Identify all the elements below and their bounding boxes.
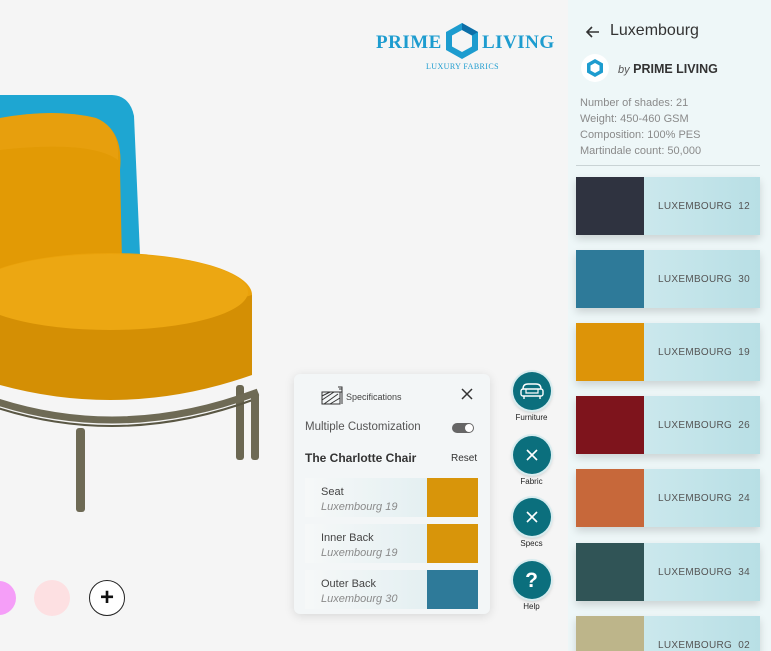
info-weight: Weight: 450-460 GSM: [580, 113, 689, 125]
fabric-swatch: [576, 616, 644, 651]
part-row-inner-back[interactable]: Inner Back Luxembourg 19: [305, 524, 478, 563]
brand-byline: by PRIME LIVING: [618, 62, 718, 76]
info-martindale: Martindale count: 50,000: [580, 145, 702, 157]
fabric-spec-icon: [321, 386, 343, 405]
fabric-label: Fabric: [520, 477, 543, 486]
fabric-card-26[interactable]: LUXEMBOURG 26: [576, 396, 760, 454]
part-fabric: Luxembourg 30: [321, 593, 398, 605]
add-swatch-button[interactable]: +: [89, 580, 125, 616]
reset-button[interactable]: Reset: [451, 453, 477, 464]
specs-label: Specs: [520, 539, 543, 548]
info-composition: Composition: 100% PES: [580, 129, 701, 141]
back-arrow-icon[interactable]: [585, 24, 601, 40]
fabric-swatch: [576, 396, 644, 454]
collection-info: Number of shades: 21 Weight: 450-460 GSM…: [580, 95, 701, 159]
prime-living-logo: PRIME LIVING LUXURY FABRICS: [376, 22, 554, 74]
fabric-swatch: [576, 469, 644, 527]
part-color-swatch: [427, 478, 478, 517]
fabric-card-19[interactable]: LUXEMBOURG 19: [576, 323, 760, 381]
part-color-swatch: [427, 570, 478, 609]
specs-action[interactable]: Specs: [510, 498, 553, 548]
fabric-action[interactable]: Fabric: [510, 436, 553, 486]
color-swatch-pink[interactable]: [0, 581, 16, 615]
fabric-swatch: [576, 323, 644, 381]
fabric-name: LUXEMBOURG 34: [658, 567, 751, 578]
close-icon[interactable]: [459, 386, 475, 402]
fabric-name: LUXEMBOURG 30: [658, 274, 751, 285]
help-button[interactable]: ?: [512, 561, 551, 599]
fabric-name: LUXEMBOURG 26: [658, 420, 751, 431]
furniture-label: Furniture: [515, 413, 548, 422]
fabric-card-24[interactable]: LUXEMBOURG 24: [576, 469, 760, 527]
furniture-action[interactable]: Furniture: [510, 372, 553, 422]
fabric-name: LUXEMBOURG 24: [658, 493, 751, 504]
part-fabric: Luxembourg 19: [321, 501, 398, 513]
viewer-stage[interactable]: PRIME LIVING LUXURY FABRICS + Specificat…: [0, 0, 568, 651]
part-color-swatch: [427, 524, 478, 563]
hexagon-logo-icon: [587, 59, 603, 77]
by-label: by: [618, 64, 630, 76]
fabric-name: LUXEMBOURG 02: [658, 640, 751, 651]
part-name: Outer Back: [321, 578, 377, 590]
part-row-seat[interactable]: Seat Luxembourg 19: [305, 478, 478, 517]
fabric-card-02[interactable]: LUXEMBOURG 02: [576, 616, 760, 651]
collection-title: Luxembourg: [610, 22, 699, 39]
fabric-swatch: [576, 250, 644, 308]
help-action[interactable]: ? Help: [510, 561, 553, 611]
fabric-name: LUXEMBOURG 19: [658, 347, 751, 358]
specs-button[interactable]: [512, 498, 551, 536]
hexagon-logo-icon: [446, 23, 478, 59]
help-icon: ?: [525, 568, 538, 592]
plus-icon: +: [99, 584, 114, 611]
chair-3d-view[interactable]: [0, 0, 300, 520]
fabric-sidebar: Luxembourg by PRIME LIVING Number of sha…: [568, 0, 771, 651]
fabric-card-34[interactable]: LUXEMBOURG 34: [576, 543, 760, 601]
sofa-icon: [519, 383, 544, 399]
fabric-button[interactable]: [512, 436, 551, 474]
part-fabric: Luxembourg 19: [321, 547, 398, 559]
fabric-swatch: [576, 543, 644, 601]
fabric-swatch: [576, 177, 644, 235]
color-swatch-rose[interactable]: [34, 580, 70, 616]
part-name: Inner Back: [321, 532, 374, 544]
logo-word-living: LIVING: [482, 32, 555, 53]
specifications-panel: Specifications Multiple Customization Th…: [294, 374, 490, 614]
close-icon: [525, 511, 538, 523]
chair-name: The Charlotte Chair: [305, 451, 417, 465]
info-shades: Number of shades: 21: [580, 97, 689, 109]
help-label: Help: [523, 602, 540, 611]
logo-tagline: LUXURY FABRICS: [426, 62, 499, 71]
brand-avatar: [581, 54, 609, 82]
logo-word-prime: PRIME: [376, 32, 442, 53]
part-row-outer-back[interactable]: Outer Back Luxembourg 30: [305, 570, 478, 609]
multiple-customization-label: Multiple Customization: [305, 421, 421, 433]
close-icon: [525, 449, 538, 461]
furniture-button[interactable]: [512, 372, 551, 410]
part-name: Seat: [321, 486, 344, 498]
fabric-card-30[interactable]: LUXEMBOURG 30: [576, 250, 760, 308]
multiple-customization-toggle[interactable]: [452, 423, 474, 433]
brand-name: PRIME LIVING: [633, 62, 718, 76]
divider: [576, 165, 760, 166]
fabric-name: LUXEMBOURG 12: [658, 201, 751, 212]
fabric-card-12[interactable]: LUXEMBOURG 12: [576, 177, 760, 235]
specifications-title: Specifications: [346, 392, 402, 402]
